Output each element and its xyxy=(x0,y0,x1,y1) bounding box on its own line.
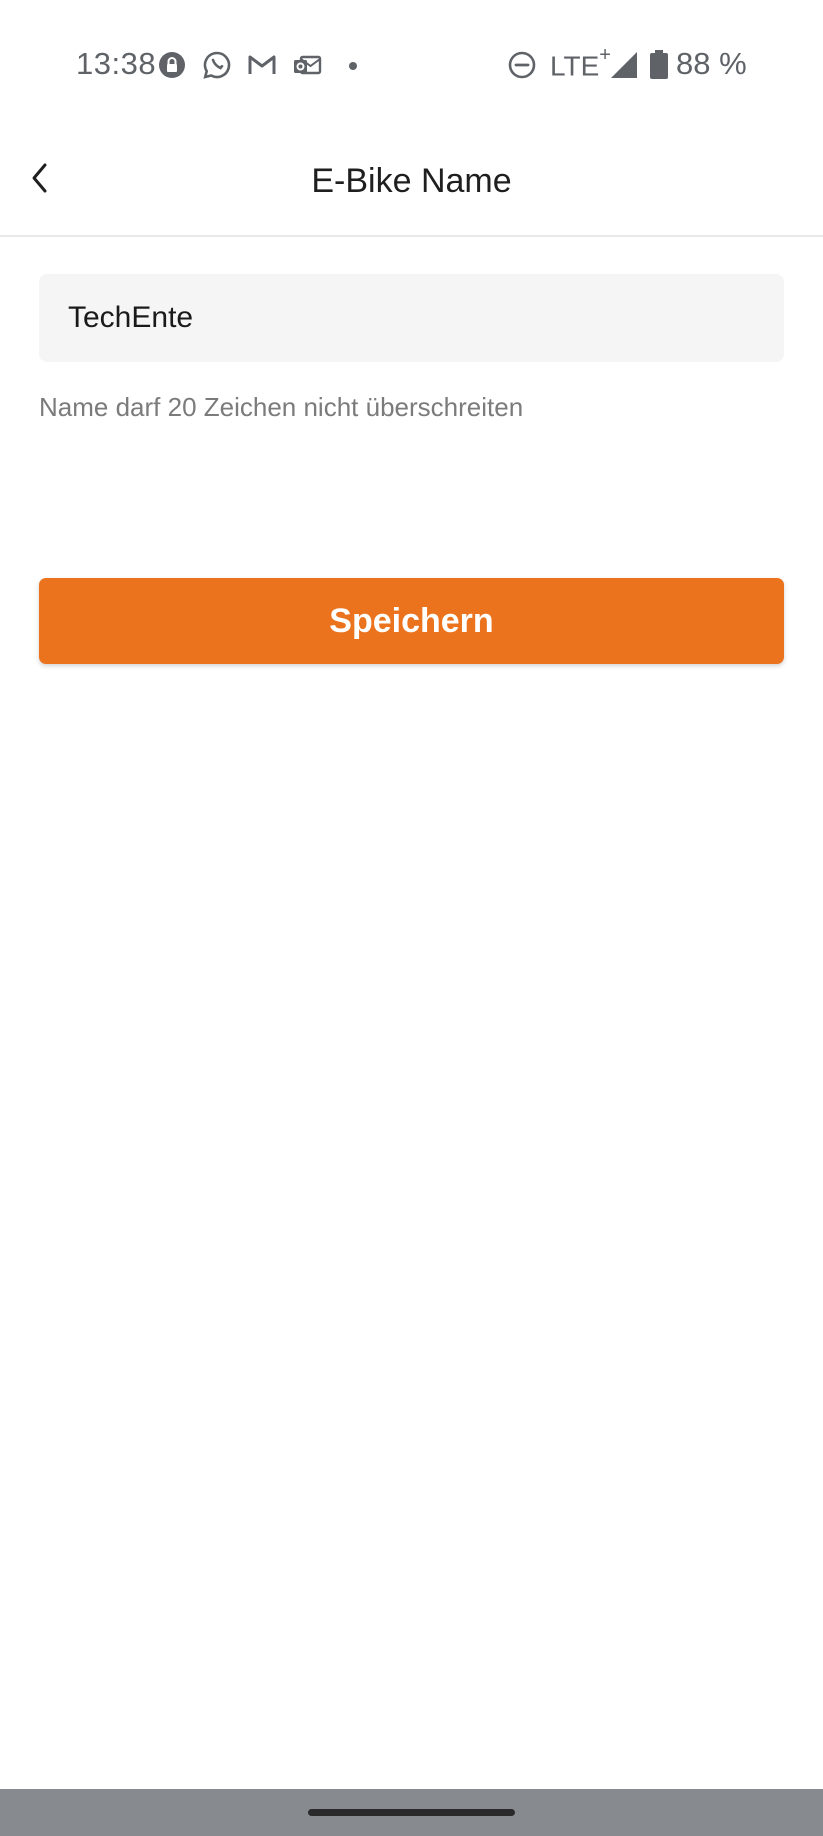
dnd-icon xyxy=(508,51,536,79)
page-title: E-Bike Name xyxy=(311,162,512,200)
status-bar: 13:38 LTE+ 88 % xyxy=(0,0,823,132)
home-indicator[interactable] xyxy=(308,1809,515,1816)
network-type: LTE+ xyxy=(550,44,611,82)
ebike-name-input[interactable] xyxy=(39,274,784,362)
screen: 13:38 LTE+ 88 % E-Bike Name TechEnte Nam… xyxy=(0,0,823,1836)
network-type-label: LTE xyxy=(550,50,600,82)
dot-icon xyxy=(349,62,357,70)
battery-icon xyxy=(650,50,668,79)
battery-percentage: 88 % xyxy=(676,46,747,81)
name-length-hint: Name darf 20 Zeichen nicht überschreiten xyxy=(39,392,524,422)
gmail-icon xyxy=(248,55,276,74)
save-button[interactable]: Speichern xyxy=(39,578,784,664)
app-bar: E-Bike Name xyxy=(0,132,823,237)
system-nav-bar xyxy=(0,1789,823,1836)
lock-icon xyxy=(159,52,185,78)
signal-icon xyxy=(611,52,637,78)
whatsapp-icon xyxy=(203,51,231,79)
status-time: 13:38 xyxy=(76,46,157,81)
outlook-icon xyxy=(294,55,322,75)
